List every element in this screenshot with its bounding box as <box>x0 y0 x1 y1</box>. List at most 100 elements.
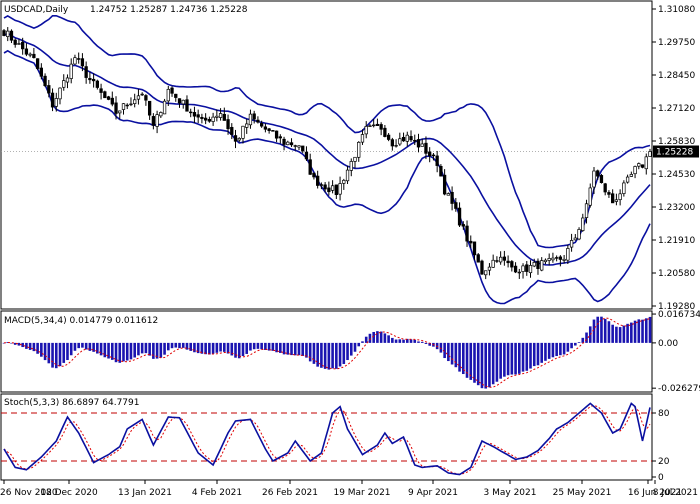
macd-histogram-bar[interactable] <box>92 342 95 352</box>
candle-body[interactable] <box>510 261 514 268</box>
macd-histogram-bar[interactable] <box>208 342 211 355</box>
candle-body[interactable] <box>230 126 234 135</box>
macd-histogram-bar[interactable] <box>293 342 297 356</box>
macd-histogram-bar[interactable] <box>353 342 357 352</box>
macd-histogram-bar[interactable] <box>544 342 547 361</box>
candle-body[interactable] <box>543 259 548 263</box>
macd-histogram-bar[interactable] <box>618 327 622 343</box>
macd-histogram-bar[interactable] <box>364 336 368 343</box>
candle-body[interactable] <box>461 224 465 227</box>
macd-histogram-bar[interactable] <box>454 342 458 368</box>
candle-body[interactable] <box>506 260 510 264</box>
macd-histogram-bar[interactable] <box>316 342 319 367</box>
candle-body[interactable] <box>200 117 204 119</box>
candle-body[interactable] <box>569 240 574 248</box>
macd-histogram-bar[interactable] <box>189 342 193 351</box>
candle-body[interactable] <box>215 115 219 118</box>
macd-histogram-bar[interactable] <box>219 342 222 352</box>
macd-histogram-bar[interactable] <box>615 326 618 343</box>
candle-body[interactable] <box>252 113 256 120</box>
candle-body[interactable] <box>267 128 271 131</box>
macd-histogram-bar[interactable] <box>178 342 181 349</box>
candle-body[interactable] <box>174 93 178 98</box>
candle-body[interactable] <box>218 113 223 118</box>
macd-histogram-bar[interactable] <box>447 342 450 362</box>
macd-histogram-bar[interactable] <box>81 342 84 348</box>
candle-body[interactable] <box>308 159 312 175</box>
candle-body[interactable] <box>84 66 88 78</box>
macd-histogram-bar[interactable] <box>327 342 331 370</box>
candle-body[interactable] <box>271 130 275 132</box>
macd-histogram-bar[interactable] <box>596 316 600 343</box>
candle-body[interactable] <box>554 257 559 259</box>
candle-body[interactable] <box>401 136 406 142</box>
macd-histogram-bar[interactable] <box>469 342 473 380</box>
macd-histogram-bar[interactable] <box>245 342 249 354</box>
macd-histogram-bar[interactable] <box>66 342 69 361</box>
macd-histogram-bar[interactable] <box>383 333 387 343</box>
macd-histogram-bar[interactable] <box>69 342 73 356</box>
candle-body[interactable] <box>435 155 439 166</box>
macd-histogram-bar[interactable] <box>585 332 588 343</box>
candle-body[interactable] <box>386 134 391 140</box>
candle-body[interactable] <box>2 30 6 36</box>
macd-histogram-bar[interactable] <box>450 342 454 365</box>
candle-body[interactable] <box>528 265 533 274</box>
candle-body[interactable] <box>330 185 335 191</box>
candle-body[interactable] <box>304 151 309 160</box>
candle-body[interactable] <box>278 136 282 139</box>
candle-body[interactable] <box>622 182 626 194</box>
candle-body[interactable] <box>69 63 73 79</box>
candle-body[interactable] <box>446 193 451 196</box>
candle-body[interactable] <box>375 123 380 126</box>
candle-body[interactable] <box>342 179 346 184</box>
macd-histogram-bar[interactable] <box>279 342 282 353</box>
candle-body[interactable] <box>521 265 525 272</box>
macd-histogram-bar[interactable] <box>58 342 62 367</box>
candle-body[interactable] <box>551 257 555 261</box>
candle-body[interactable] <box>166 88 170 102</box>
candle-body[interactable] <box>588 187 592 206</box>
macd-histogram-bar[interactable] <box>473 342 476 383</box>
candle-body[interactable] <box>502 256 507 261</box>
candle-body[interactable] <box>65 77 70 83</box>
candle-body[interactable] <box>442 174 447 195</box>
candle-body[interactable] <box>24 48 29 55</box>
macd-histogram-bar[interactable] <box>413 339 417 343</box>
macd-histogram-bar[interactable] <box>331 342 334 369</box>
candle-body[interactable] <box>237 138 241 141</box>
macd-histogram-bar[interactable] <box>96 342 99 354</box>
candle-body[interactable] <box>125 104 129 107</box>
candle-body[interactable] <box>316 175 320 186</box>
candle-body[interactable] <box>345 169 350 182</box>
candle-body[interactable] <box>338 183 342 195</box>
macd-histogram-bar[interactable] <box>424 342 428 344</box>
macd-histogram-bar[interactable] <box>559 342 562 356</box>
candle-body[interactable] <box>226 119 230 130</box>
macd-histogram-bar[interactable] <box>308 342 312 362</box>
candle-body[interactable] <box>118 110 122 114</box>
candle-body[interactable] <box>170 87 174 94</box>
candle-body[interactable] <box>327 187 331 193</box>
candle-body[interactable] <box>282 138 286 145</box>
macd-histogram-bar[interactable] <box>62 342 66 363</box>
macd-histogram-bar[interactable] <box>417 341 420 343</box>
candle-body[interactable] <box>525 264 529 272</box>
candle-body[interactable] <box>416 139 421 148</box>
candle-body[interactable] <box>487 266 492 271</box>
candle-body[interactable] <box>454 202 458 209</box>
macd-histogram-bar[interactable] <box>562 342 566 355</box>
candle-body[interactable] <box>114 102 118 114</box>
macd-histogram-bar[interactable] <box>118 342 122 363</box>
candle-body[interactable] <box>47 85 51 94</box>
candle-body[interactable] <box>17 43 21 45</box>
candle-body[interactable] <box>513 265 518 273</box>
candle-body[interactable] <box>637 163 641 167</box>
candle-body[interactable] <box>260 123 264 127</box>
macd-histogram-bar[interactable] <box>223 342 226 352</box>
candle-body[interactable] <box>405 134 409 142</box>
macd-histogram-bar[interactable] <box>506 342 510 376</box>
candle-body[interactable] <box>536 260 540 269</box>
macd-histogram-bar[interactable] <box>323 342 327 369</box>
macd-histogram-bar[interactable] <box>122 342 125 362</box>
